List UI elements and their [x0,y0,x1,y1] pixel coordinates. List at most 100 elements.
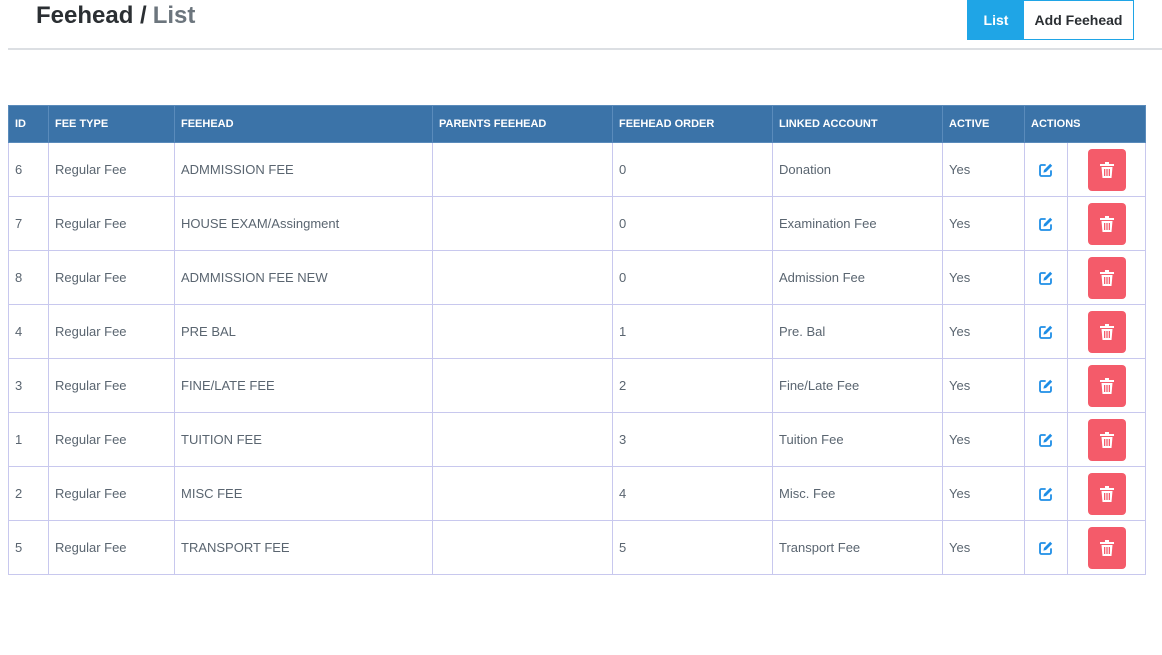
table-row: 5 Regular Fee TRANSPORT FEE 5 Transport … [8,520,1146,575]
cell-linked-account: Donation [772,142,943,197]
cell-linked-account: Fine/Late Fee [772,358,943,413]
cell-active: Yes [942,250,1025,305]
cell-id: 3 [8,358,49,413]
header-divider [8,48,1162,50]
cell-delete-action [1067,196,1146,251]
column-header-linked-account: LINKED ACCOUNT [772,105,943,143]
cell-delete-action [1067,358,1146,413]
cell-feehead-order: 0 [612,250,773,305]
edit-icon[interactable] [1038,378,1054,394]
cell-feehead-order: 4 [612,466,773,521]
cell-parents-feehead [432,412,613,467]
table-row: 3 Regular Fee FINE/LATE FEE 2 Fine/Late … [8,358,1146,413]
delete-button[interactable] [1087,526,1126,569]
edit-icon[interactable] [1038,216,1054,232]
cell-feehead: PRE BAL [174,304,433,359]
cell-fee-type: Regular Fee [48,250,175,305]
table-row: 4 Regular Fee PRE BAL 1 Pre. Bal Yes [8,304,1146,359]
trash-icon [1099,269,1114,286]
cell-edit-action [1024,142,1068,197]
cell-edit-action [1024,304,1068,359]
table-row: 2 Regular Fee MISC FEE 4 Misc. Fee Yes [8,466,1146,521]
cell-delete-action [1067,466,1146,521]
cell-linked-account: Transport Fee [772,520,943,575]
trash-icon [1099,161,1114,178]
cell-parents-feehead [432,196,613,251]
cell-feehead: ADMMISSION FEE NEW [174,250,433,305]
edit-icon[interactable] [1038,486,1054,502]
cell-active: Yes [942,412,1025,467]
feehead-table: ID FEE TYPE FEEHEAD PARENTS FEEHEAD FEEH… [8,105,1146,575]
cell-fee-type: Regular Fee [48,142,175,197]
cell-parents-feehead [432,142,613,197]
table-row: 6 Regular Fee ADMMISSION FEE 0 Donation … [8,142,1146,197]
cell-feehead: TRANSPORT FEE [174,520,433,575]
edit-icon[interactable] [1038,162,1054,178]
cell-delete-action [1067,520,1146,575]
cell-fee-type: Regular Fee [48,358,175,413]
cell-id: 6 [8,142,49,197]
table-row: 8 Regular Fee ADMMISSION FEE NEW 0 Admis… [8,250,1146,305]
cell-parents-feehead [432,250,613,305]
page-header: Feehead / List List Add Feehead [0,0,1162,50]
trash-icon [1099,323,1114,340]
cell-linked-account: Examination Fee [772,196,943,251]
cell-fee-type: Regular Fee [48,412,175,467]
delete-button[interactable] [1087,472,1126,515]
cell-active: Yes [942,142,1025,197]
cell-edit-action [1024,412,1068,467]
cell-linked-account: Pre. Bal [772,304,943,359]
delete-button[interactable] [1087,418,1126,461]
list-button[interactable]: List [968,1,1024,39]
table-row: 7 Regular Fee HOUSE EXAM/Assingment 0 Ex… [8,196,1146,251]
cell-parents-feehead [432,304,613,359]
column-header-id: ID [8,105,49,143]
table-header-row: ID FEE TYPE FEEHEAD PARENTS FEEHEAD FEEH… [8,105,1146,143]
column-header-fee-type: FEE TYPE [48,105,175,143]
delete-button[interactable] [1087,148,1126,191]
cell-id: 8 [8,250,49,305]
edit-icon[interactable] [1038,540,1054,556]
cell-edit-action [1024,250,1068,305]
cell-linked-account: Tuition Fee [772,412,943,467]
cell-active: Yes [942,358,1025,413]
cell-feehead: HOUSE EXAM/Assingment [174,196,433,251]
column-header-actions: ACTIONS [1024,105,1146,143]
breadcrumb-current: List [152,2,196,29]
add-feehead-button[interactable]: Add Feehead [1024,1,1133,39]
table-body: 6 Regular Fee ADMMISSION FEE 0 Donation … [8,142,1146,575]
column-header-feehead: FEEHEAD [174,105,433,143]
trash-icon [1099,539,1114,556]
cell-fee-type: Regular Fee [48,520,175,575]
delete-button[interactable] [1087,310,1126,353]
cell-parents-feehead [432,358,613,413]
edit-icon[interactable] [1038,324,1054,340]
cell-id: 4 [8,304,49,359]
table-row: 1 Regular Fee TUITION FEE 3 Tuition Fee … [8,412,1146,467]
cell-feehead-order: 2 [612,358,773,413]
cell-feehead-order: 1 [612,304,773,359]
cell-feehead: ADMMISSION FEE [174,142,433,197]
edit-icon[interactable] [1038,270,1054,286]
cell-feehead-order: 0 [612,196,773,251]
cell-delete-action [1067,412,1146,467]
view-toggle-group: List Add Feehead [967,0,1134,40]
trash-icon [1099,215,1114,232]
page-title-text: Feehead / [36,2,147,29]
cell-edit-action [1024,520,1068,575]
cell-feehead: MISC FEE [174,466,433,521]
column-header-parents-feehead: PARENTS FEEHEAD [432,105,613,143]
cell-parents-feehead [432,466,613,521]
cell-edit-action [1024,196,1068,251]
cell-fee-type: Regular Fee [48,304,175,359]
delete-button[interactable] [1087,256,1126,299]
delete-button[interactable] [1087,202,1126,245]
cell-fee-type: Regular Fee [48,196,175,251]
delete-button[interactable] [1087,364,1126,407]
cell-id: 1 [8,412,49,467]
cell-id: 2 [8,466,49,521]
edit-icon[interactable] [1038,432,1054,448]
cell-active: Yes [942,466,1025,521]
page-title: Feehead / List [36,2,195,30]
trash-icon [1099,377,1114,394]
